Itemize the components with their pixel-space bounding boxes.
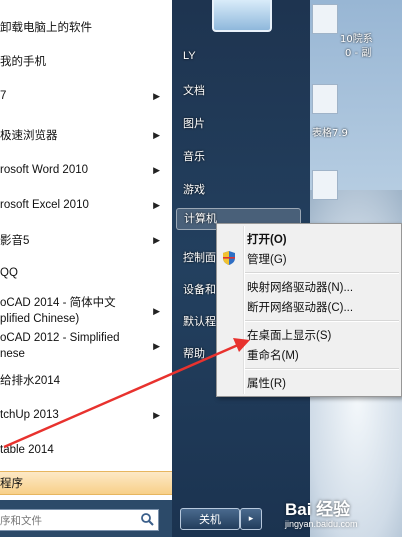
menu-separator	[245, 272, 399, 274]
places-item-pictures[interactable]: 图片	[183, 115, 205, 131]
places-item-music[interactable]: 音乐	[183, 148, 205, 164]
context-menu: 打开(O) 管理(G) 映射网络驱动器(N)... 断开网络驱动器(C)... …	[216, 223, 402, 397]
submenu-arrow-icon: ▶	[153, 341, 160, 351]
all-programs-button[interactable]: 程序	[0, 471, 172, 495]
program-item[interactable]: oCAD 2014 - 简体中文 plified Chinese) ▶	[0, 295, 172, 331]
program-item[interactable]: 极速浏览器 ▶	[0, 120, 172, 150]
places-item-devices[interactable]: 设备和	[183, 281, 216, 297]
submenu-arrow-icon: ▶	[153, 234, 160, 245]
submenu-arrow-icon: ▶	[153, 90, 160, 101]
submenu-arrow-icon: ▶	[153, 199, 160, 210]
places-item-help[interactable]: 帮助	[183, 345, 205, 361]
program-item[interactable]: rosoft Word 2010 ▶	[0, 155, 172, 185]
menu-item-show-on-desktop[interactable]: 在桌面上显示(S)	[247, 327, 331, 343]
menu-item-rename[interactable]: 重命名(M)	[247, 347, 299, 363]
desktop-file-icon[interactable]	[312, 84, 338, 114]
program-item[interactable]: oCAD 2012 - Simplified nese ▶	[0, 330, 172, 366]
menu-item-open[interactable]: 打开(O)	[247, 231, 287, 247]
baidu-jingyan-watermark: Bai 经验 jingyan.baidu.com	[285, 500, 358, 529]
shutdown-options-button[interactable]: ▸	[240, 508, 262, 530]
program-item[interactable]: table 2014	[0, 435, 172, 465]
menu-item-properties[interactable]: 属性(R)	[247, 375, 286, 391]
menu-item-map-drive[interactable]: 映射网络驱动器(N)...	[247, 279, 353, 295]
places-item-games[interactable]: 游戏	[183, 181, 205, 197]
submenu-arrow-icon: ▶	[153, 164, 160, 175]
desktop-file-icon[interactable]	[312, 170, 338, 200]
submenu-arrow-icon: ▶	[153, 306, 160, 316]
program-item[interactable]: QQ	[0, 258, 172, 288]
shutdown-button[interactable]: 关机	[180, 508, 240, 530]
submenu-arrow-icon: ▶	[153, 129, 160, 140]
program-item[interactable]: rosoft Excel 2010 ▶	[0, 190, 172, 220]
places-item-user[interactable]: LY	[183, 50, 196, 62]
program-item[interactable]: 卸载电脑上的软件	[0, 12, 172, 42]
desktop-file-label: 0 - 副	[345, 48, 372, 59]
search-input[interactable]: 序和文件	[0, 509, 159, 531]
desktop-file-label: 表格7.9	[312, 128, 348, 139]
places-item-documents[interactable]: 文档	[183, 82, 205, 98]
program-item[interactable]: tchUp 2013 ▶	[0, 400, 172, 430]
menu-item-manage[interactable]: 管理(G)	[247, 251, 287, 267]
desktop-file-icon[interactable]	[312, 4, 338, 34]
program-item[interactable]: 影音5 ▶	[0, 225, 172, 255]
menu-item-disconnect-drive[interactable]: 断开网络驱动器(C)...	[247, 299, 353, 315]
search-icon[interactable]	[140, 512, 154, 526]
program-item[interactable]: 给排水2014	[0, 365, 172, 395]
submenu-arrow-icon: ▶	[153, 409, 160, 420]
user-picture[interactable]	[212, 0, 272, 32]
places-item-control-panel[interactable]: 控制面	[183, 249, 216, 265]
places-item-default-programs[interactable]: 默认程	[183, 313, 216, 329]
desktop-file-label: 10院系	[340, 34, 373, 45]
start-menu-programs-pane: 卸载电脑上的软件 我的手机 7 ▶ 极速浏览器 ▶ rosoft Word 2010…	[0, 0, 173, 505]
uac-shield-icon	[223, 251, 235, 265]
program-item[interactable]: 7 ▶	[0, 81, 172, 111]
menu-separator	[245, 368, 399, 370]
program-item[interactable]: 我的手机	[0, 46, 172, 76]
menu-separator	[245, 320, 399, 322]
